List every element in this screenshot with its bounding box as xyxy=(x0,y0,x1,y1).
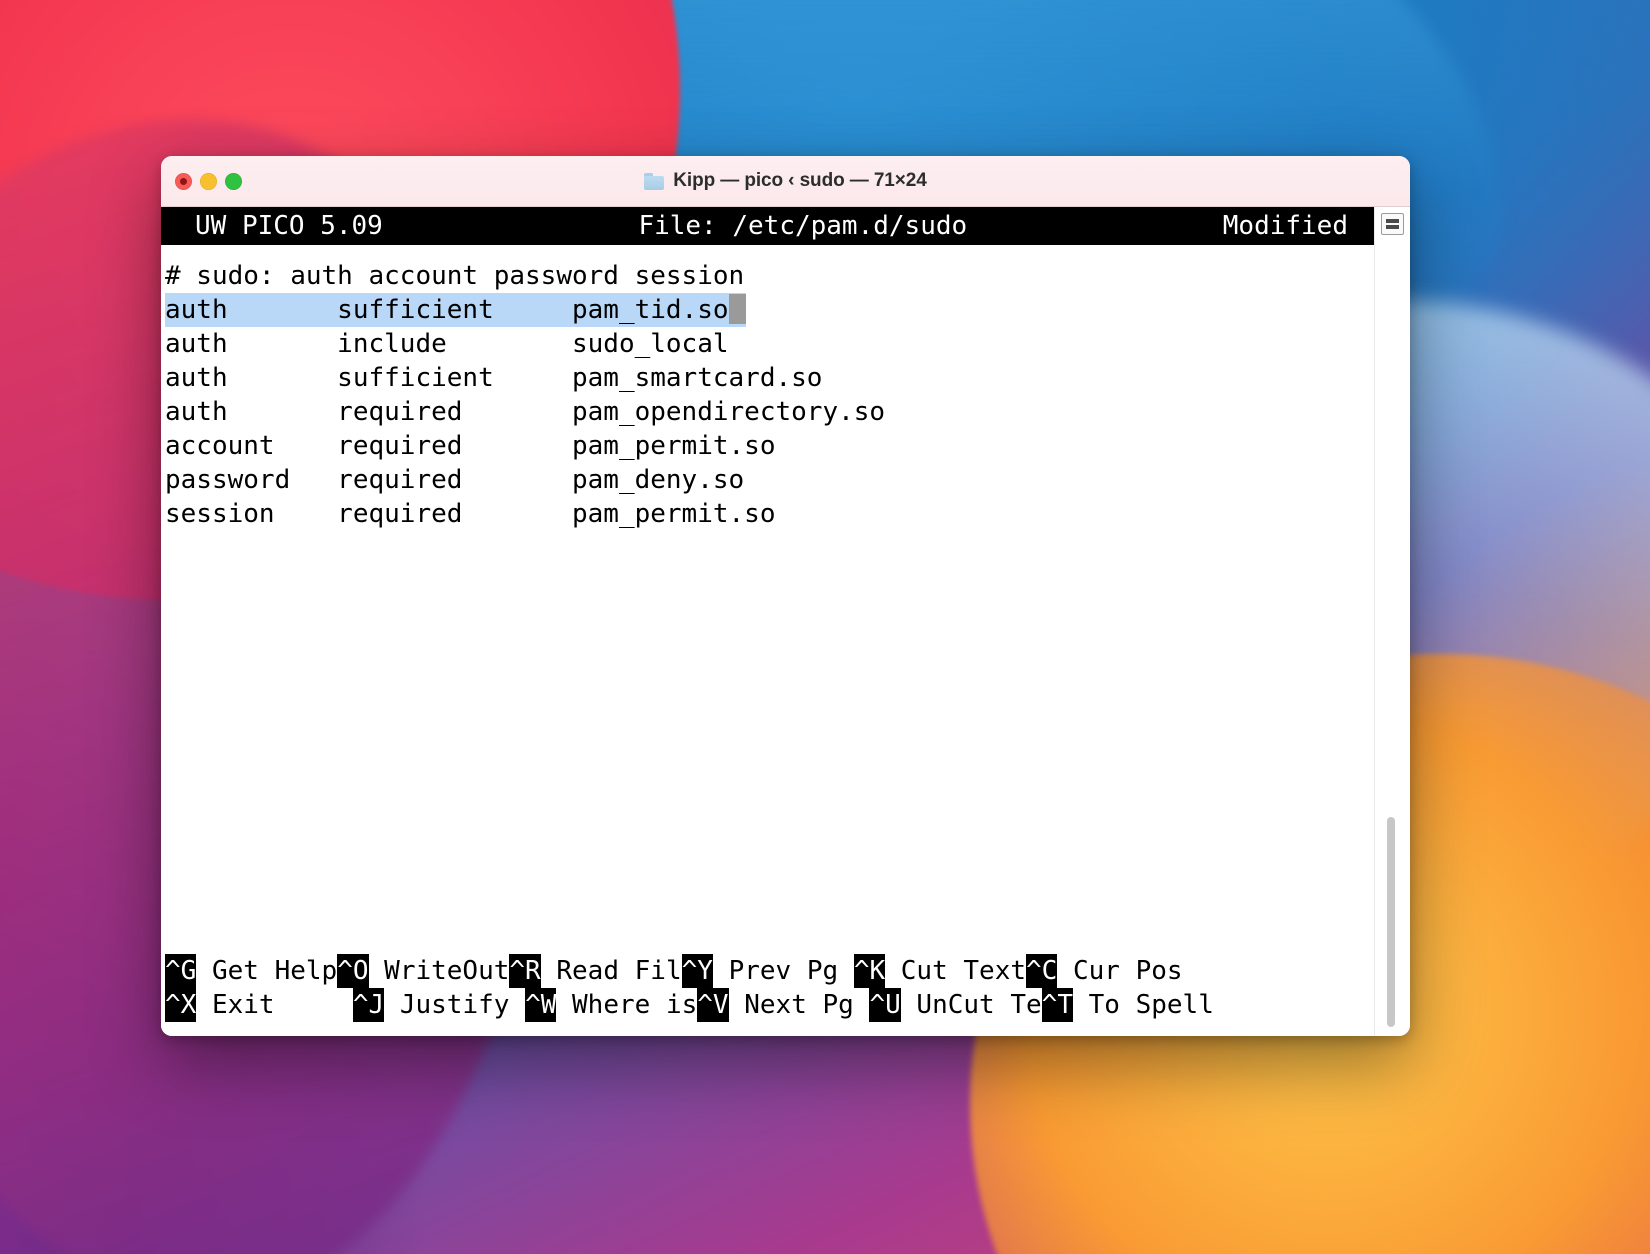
shortcut-label: Cur Pos xyxy=(1057,956,1183,986)
shortcut-key[interactable]: ^R xyxy=(509,954,541,988)
pico-screen[interactable]: UW PICO 5.09 File: /etc/pam.d/sudo Modif… xyxy=(161,207,1374,1036)
window-title: Kipp — pico ‹ sudo — 71×24 xyxy=(673,170,927,191)
editor-line: account required pam_permit.so xyxy=(165,429,1374,463)
terminal-body: UW PICO 5.09 File: /etc/pam.d/sudo Modif… xyxy=(161,207,1410,1036)
pico-modified-indicator: Modified xyxy=(1222,211,1348,241)
shortcut-key[interactable]: ^G xyxy=(165,954,197,988)
pico-status-bar: UW PICO 5.09 File: /etc/pam.d/sudo Modif… xyxy=(161,207,1374,245)
editor-text-area[interactable]: # sudo: auth account password session aut… xyxy=(161,245,1374,954)
shortcut-key[interactable]: ^K xyxy=(853,954,886,988)
editor-line: password required pam_deny.so xyxy=(165,463,1374,497)
shortcut-key[interactable]: ^X xyxy=(165,988,197,1022)
maximize-button[interactable] xyxy=(225,172,242,190)
pico-shortcut-footer: ^G Get Help^O WriteOut^R Read Fil^Y Prev… xyxy=(161,954,1374,1036)
shortcut-label: Prev Pg xyxy=(712,956,854,986)
editor-line: auth sufficient pam_smartcard.so xyxy=(165,361,1374,395)
shortcut-label: Get Help xyxy=(196,956,338,986)
shortcut-label: Where is xyxy=(556,990,698,1020)
minimize-button[interactable] xyxy=(200,172,217,190)
shortcut-key[interactable]: ^Y xyxy=(681,954,713,988)
editor-line-text: account required pam_permit.so xyxy=(165,431,776,461)
window-title-group: Kipp — pico ‹ sudo — 71×24 xyxy=(161,170,1410,192)
pico-version: UW PICO 5.09 xyxy=(195,211,383,241)
editor-line-current: auth sufficient pam_tid.so xyxy=(165,293,746,327)
editor-line-text: auth sufficient pam_smartcard.so xyxy=(165,363,823,393)
window-title-bar[interactable]: Kipp — pico ‹ sudo — 71×24 xyxy=(161,156,1410,207)
editor-line: auth include sudo_local xyxy=(165,327,1374,361)
scrollbar-thumb[interactable] xyxy=(1387,817,1395,1027)
shortcut-label: Read Fil xyxy=(540,956,682,986)
shortcut-row-1: ^G Get Help^O WriteOut^R Read Fil^Y Prev… xyxy=(165,954,1374,988)
editor-line-text: auth include sudo_local xyxy=(165,329,729,359)
shortcut-label: Next Pg xyxy=(728,990,870,1020)
editor-line-text: auth required pam_opendirectory.so xyxy=(165,397,886,427)
shortcut-key[interactable]: ^J xyxy=(352,988,385,1022)
shortcut-key[interactable]: ^V xyxy=(697,988,729,1022)
editor-line: auth required pam_opendirectory.so xyxy=(165,395,1374,429)
shortcut-key[interactable]: ^U xyxy=(869,988,901,1022)
close-button[interactable] xyxy=(175,172,192,190)
shortcut-key[interactable]: ^C xyxy=(1026,954,1058,988)
shortcut-label: To Spell xyxy=(1072,990,1214,1020)
editor-line-text: session required pam_permit.so xyxy=(165,499,776,529)
shortcut-label: Exit xyxy=(196,990,353,1020)
split-pane-icon[interactable] xyxy=(1381,213,1404,235)
shortcut-label: Cut Text xyxy=(885,956,1027,986)
folder-icon xyxy=(644,172,665,190)
terminal-window[interactable]: Kipp — pico ‹ sudo — 71×24 UW PICO 5.09 … xyxy=(161,156,1410,1036)
shortcut-label: WriteOut xyxy=(368,956,510,986)
editor-line: session required pam_permit.so xyxy=(165,497,1374,531)
text-cursor xyxy=(728,294,746,324)
editor-line: # sudo: auth account password session xyxy=(165,259,1374,293)
shortcut-label: UnCut Te xyxy=(900,990,1042,1020)
editor-line-text: # sudo: auth account password session xyxy=(165,261,745,291)
shortcut-label: Justify xyxy=(384,990,526,1020)
pico-file-path: File: /etc/pam.d/sudo xyxy=(638,211,968,241)
traffic-light-group xyxy=(175,172,242,190)
editor-line: auth sufficient pam_tid.so xyxy=(165,293,1374,327)
shortcut-key[interactable]: ^O xyxy=(337,954,369,988)
scrollbar-column[interactable] xyxy=(1374,207,1410,1036)
shortcut-row-2: ^X Exit ^J Justify ^W Where is^V Next Pg… xyxy=(165,988,1374,1022)
shortcut-key[interactable]: ^W xyxy=(525,988,557,1022)
shortcut-key[interactable]: ^T xyxy=(1041,988,1073,1022)
editor-line-text: password required pam_deny.so xyxy=(165,465,745,495)
